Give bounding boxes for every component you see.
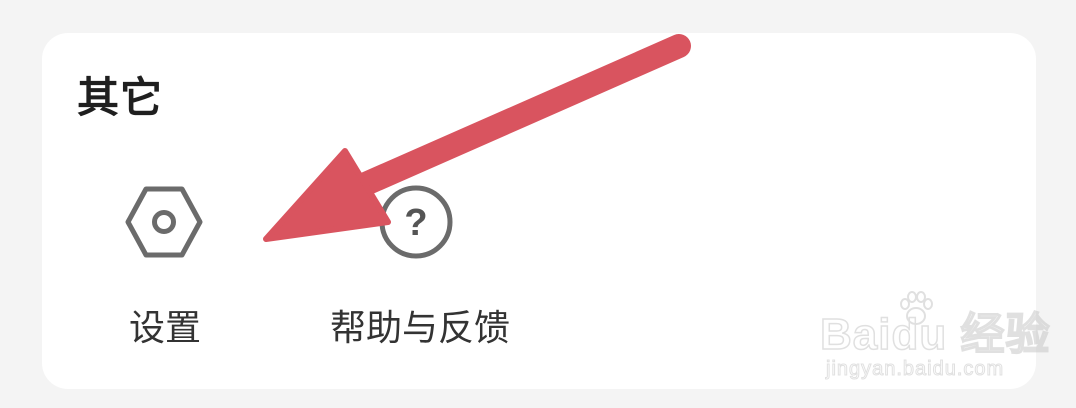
section-title: 其它 bbox=[77, 73, 164, 122]
settings-tile[interactable]: 设置 bbox=[100, 180, 230, 360]
settings-hexagon-icon bbox=[125, 186, 203, 258]
baidu-jingyan-watermark: Baidu 经验 jingyan.baidu.com bbox=[819, 288, 1050, 388]
help-question-mark: ? bbox=[404, 202, 427, 244]
help-feedback-label: 帮助与反馈 bbox=[329, 308, 510, 349]
help-feedback-tile[interactable]: ? 帮助与反馈 bbox=[300, 180, 540, 360]
paw-print-icon bbox=[900, 291, 933, 325]
watermark-url: jingyan.baidu.com bbox=[825, 358, 1005, 381]
settings-label: 设置 bbox=[128, 308, 201, 349]
help-circle-icon: ? bbox=[379, 185, 453, 259]
